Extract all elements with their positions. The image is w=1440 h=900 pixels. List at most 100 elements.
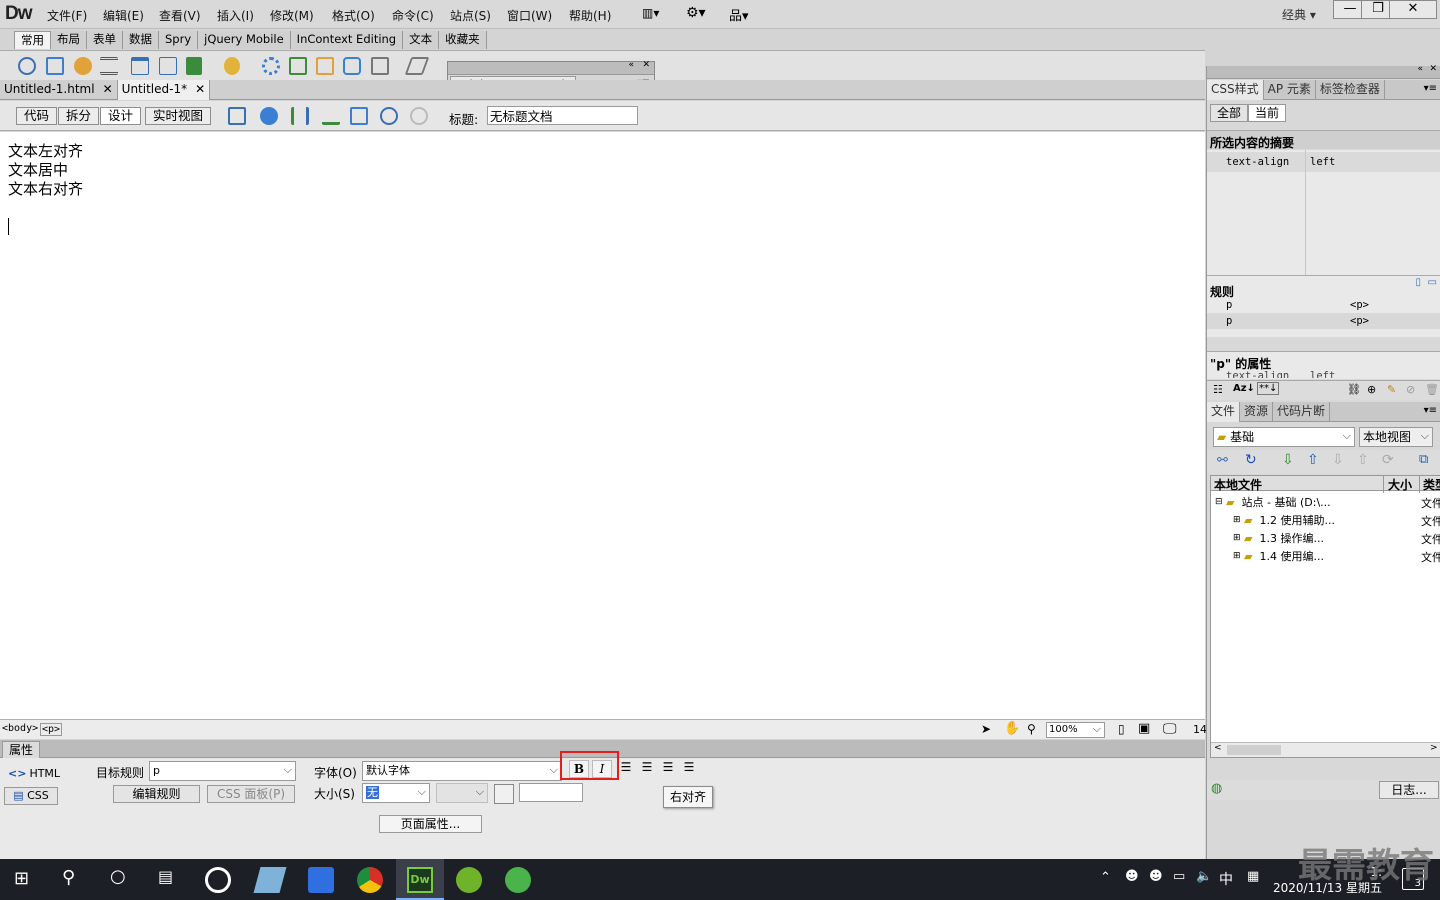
align-justify-icon[interactable]: ☰ bbox=[679, 759, 699, 777]
network-icon[interactable]: ▭ bbox=[1173, 869, 1185, 884]
color-picker-icon[interactable] bbox=[494, 784, 514, 804]
expand-toggle-icon[interactable]: ⊞ bbox=[1233, 533, 1241, 543]
new-rule-icon[interactable]: ⊕ bbox=[1367, 383, 1376, 396]
tab-files[interactable]: 文件 bbox=[1207, 401, 1241, 422]
show-info-icon[interactable]: ▭ bbox=[1428, 277, 1437, 288]
dreamweaver-taskbar-button[interactable]: Dw bbox=[396, 859, 444, 900]
workspace-switcher[interactable]: 经典 ▾ bbox=[1282, 6, 1316, 23]
trash-icon[interactable]: 🗑 bbox=[1425, 383, 1439, 396]
props-value[interactable]: left bbox=[1310, 370, 1335, 378]
named-anchor-icon[interactable] bbox=[74, 57, 92, 75]
head-icon[interactable] bbox=[371, 57, 389, 75]
comment-icon[interactable] bbox=[343, 57, 361, 75]
chrome-icon[interactable] bbox=[357, 867, 383, 893]
css-panel-button[interactable]: CSS 面板(P) bbox=[207, 785, 295, 803]
tree-item[interactable]: ⊞ ▰ 1.2 使用辅助... 文件 bbox=[1233, 512, 1440, 529]
put-files-icon[interactable]: ⇧ bbox=[1307, 452, 1319, 468]
menu-help[interactable]: 帮助(H) bbox=[569, 7, 611, 24]
check-in-icon[interactable]: ⇧ bbox=[1357, 452, 1369, 468]
fan-app-icon[interactable] bbox=[205, 867, 231, 893]
select-tool-icon[interactable]: ➤ bbox=[981, 722, 991, 736]
html-mode-button[interactable]: <> HTML bbox=[8, 767, 60, 780]
tab-data[interactable]: 数据 bbox=[123, 31, 159, 49]
code-view-button[interactable]: 代码 bbox=[16, 107, 58, 125]
font-select[interactable]: 默认字体 bbox=[362, 761, 562, 781]
multiscreen-icon[interactable] bbox=[228, 107, 246, 125]
site-map-icon[interactable]: 品▾ bbox=[729, 5, 749, 24]
cortana-icon[interactable]: ○ bbox=[110, 866, 126, 887]
image-icon[interactable] bbox=[186, 57, 202, 75]
site-select[interactable]: ▰ 基础 bbox=[1213, 427, 1355, 447]
menu-edit[interactable]: 编辑(E) bbox=[103, 7, 144, 24]
div-icon[interactable] bbox=[159, 57, 177, 75]
tab-incontext-editing[interactable]: InContext Editing bbox=[290, 31, 404, 49]
collapse-toggle-icon[interactable]: ⊟ bbox=[1215, 497, 1223, 507]
table-icon[interactable] bbox=[131, 57, 149, 75]
check-out-icon[interactable]: ⇩ bbox=[1332, 452, 1344, 468]
show-cascade-icon[interactable]: ▯ bbox=[1415, 277, 1421, 288]
size-unit-select[interactable] bbox=[436, 783, 488, 803]
layout-icon[interactable]: ▥▾ bbox=[642, 6, 659, 20]
expand-icon[interactable]: ⧉ bbox=[1419, 452, 1428, 467]
scroll-right-icon[interactable]: > bbox=[1430, 743, 1438, 753]
close-icon[interactable]: ✕ bbox=[103, 80, 113, 99]
tab-common[interactable]: 常用 bbox=[14, 31, 51, 49]
set-props-view-icon[interactable]: **↓ bbox=[1257, 382, 1280, 395]
browserlab-header[interactable]: «✕ bbox=[448, 60, 654, 75]
close-button[interactable]: ✕ bbox=[1389, 0, 1437, 19]
tray-expand-icon[interactable]: ⌃ bbox=[1100, 870, 1111, 885]
tablet-size-icon[interactable]: ▣ bbox=[1138, 721, 1150, 736]
disable-icon[interactable]: ⊘ bbox=[1406, 383, 1415, 396]
doc-tab-untitled-1[interactable]: Untitled-1* ✕ bbox=[117, 79, 211, 100]
dock-header[interactable]: «✕ bbox=[1207, 64, 1440, 79]
tag-p[interactable]: <p> bbox=[40, 723, 63, 736]
qq-icon[interactable]: ☻ bbox=[1149, 869, 1163, 884]
page-properties-button[interactable]: 页面属性... bbox=[379, 815, 482, 833]
current-mode-button[interactable]: 当前 bbox=[1248, 104, 1286, 122]
debug-icon[interactable] bbox=[322, 107, 340, 125]
horizontal-scrollbar[interactable]: < > bbox=[1211, 742, 1440, 757]
windows-start-icon[interactable]: ⊞ bbox=[14, 868, 29, 889]
alpha-view-icon[interactable]: Az↓ bbox=[1233, 383, 1255, 394]
server-include-icon[interactable] bbox=[316, 57, 334, 75]
summary-row[interactable]: text-align left bbox=[1207, 152, 1440, 172]
tab-layout[interactable]: 布局 bbox=[51, 31, 87, 49]
menu-commands[interactable]: 命令(C) bbox=[392, 7, 434, 24]
view-select[interactable]: 本地视图 bbox=[1359, 427, 1433, 447]
visual-aids-icon[interactable] bbox=[350, 107, 368, 125]
text-line-right[interactable]: 文本右对齐 bbox=[8, 178, 83, 199]
menu-format[interactable]: 格式(O) bbox=[332, 7, 375, 24]
text-line-left[interactable]: 文本左对齐 bbox=[8, 140, 83, 161]
col-type[interactable]: 类型 bbox=[1419, 476, 1440, 493]
file-transfer-icon[interactable] bbox=[291, 107, 309, 125]
align-center-icon[interactable]: ☰ bbox=[637, 759, 657, 777]
gear-icon[interactable]: ⚙▾ bbox=[686, 5, 706, 21]
volume-icon[interactable]: 🔈 bbox=[1196, 869, 1212, 884]
tab-text[interactable]: 文本 bbox=[403, 31, 440, 49]
browser-app-icon[interactable] bbox=[505, 867, 531, 893]
hand-tool-icon[interactable]: ✋ bbox=[1004, 721, 1020, 736]
tab-assets[interactable]: 资源 bbox=[1240, 401, 1274, 422]
wps-app-icon[interactable] bbox=[308, 867, 334, 893]
expand-toggle-icon[interactable]: ⊞ bbox=[1233, 515, 1241, 525]
mobile-size-icon[interactable]: ▯ bbox=[1118, 722, 1125, 736]
edit-pencil-icon[interactable]: ✎ bbox=[1387, 383, 1396, 396]
zoom-tool-icon[interactable]: ⚲ bbox=[1027, 722, 1036, 736]
col-size[interactable]: 大小 bbox=[1383, 476, 1412, 493]
scroll-thumb[interactable] bbox=[1227, 745, 1281, 755]
tree-root[interactable]: ⊟ ▰ 站点 - 基础 (D:\... 文件 bbox=[1215, 494, 1440, 511]
get-files-icon[interactable]: ⇩ bbox=[1282, 452, 1294, 468]
scroll-left-icon[interactable]: < bbox=[1214, 743, 1222, 753]
tag-body[interactable]: <body> bbox=[2, 723, 38, 734]
tab-ap-elements[interactable]: AP 元素 bbox=[1264, 79, 1316, 100]
template-icon[interactable] bbox=[404, 57, 430, 75]
hyperlink-icon[interactable] bbox=[18, 57, 36, 75]
tree-item[interactable]: ⊞ ▰ 1.3 操作编... 文件 bbox=[1233, 530, 1440, 547]
doc-tab-untitled-1-html[interactable]: Untitled-1.html ✕ bbox=[0, 79, 118, 100]
browser-preview-icon[interactable] bbox=[260, 107, 278, 125]
design-view[interactable]: 文本左对齐 文本居中 文本右对齐 bbox=[0, 132, 1205, 719]
edit-rule-button[interactable]: 编辑规则 bbox=[113, 785, 200, 803]
task-view-icon[interactable]: ▤ bbox=[158, 867, 173, 886]
close-icon[interactable]: ✕ bbox=[1429, 64, 1437, 74]
qq-icon[interactable]: ☻ bbox=[1125, 869, 1139, 884]
